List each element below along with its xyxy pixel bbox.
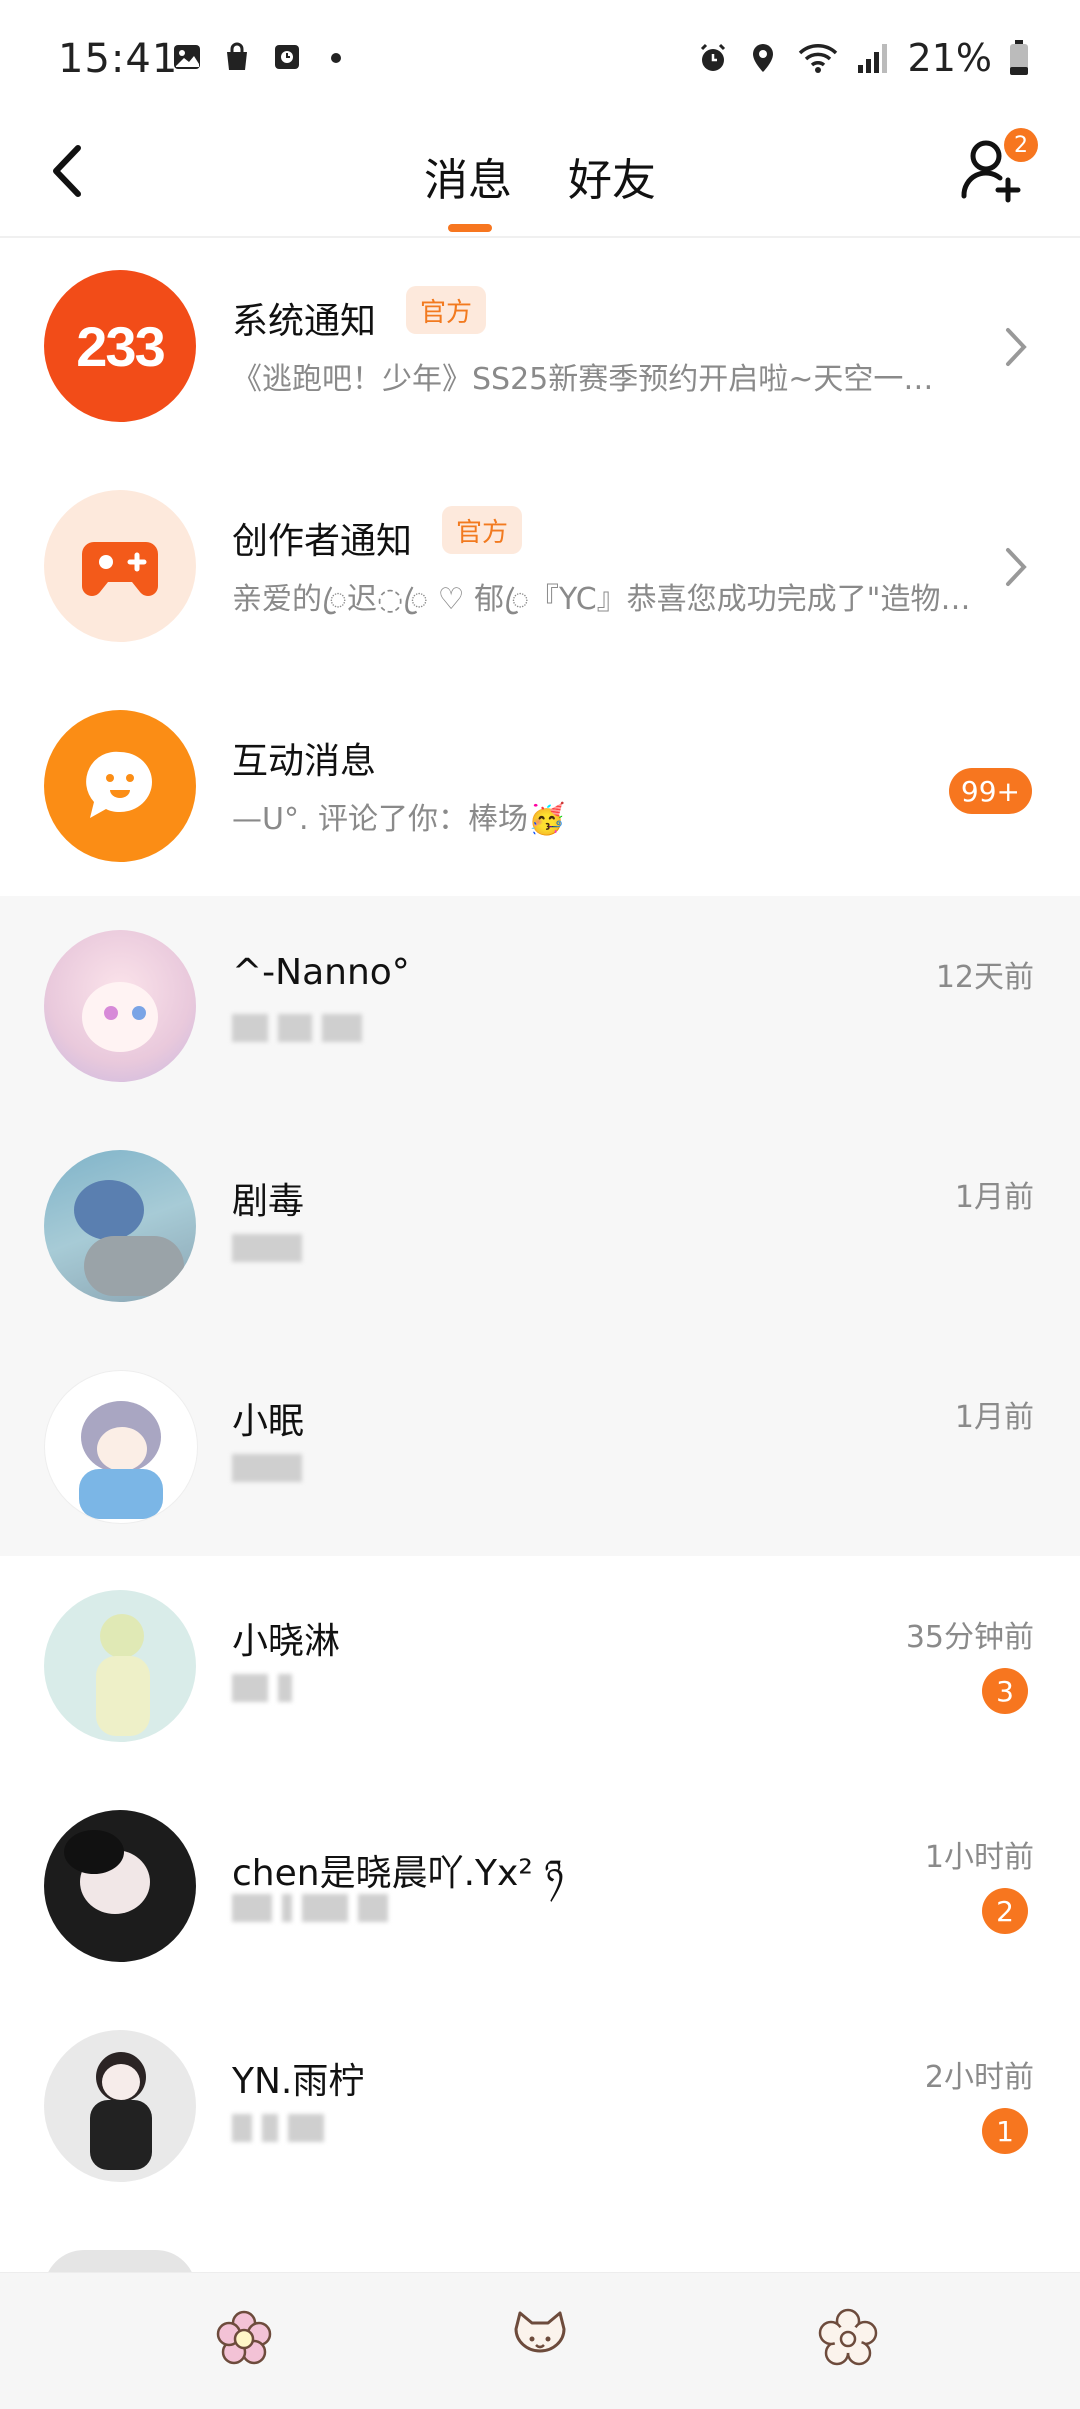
- row-title: 互动消息: [232, 741, 377, 782]
- interaction-row[interactable]: 互动消息 —ᑌ°. 评论了你：棒场🥳 99+: [0, 676, 1080, 896]
- settings-flower-icon[interactable]: [816, 2307, 880, 2371]
- chat-row[interactable]: 剧毒 1月前: [0, 1116, 1080, 1336]
- calendar-icon: [275, 45, 299, 69]
- row-preview: 《逃跑吧！少年》SS25新赛季预约开启啦~天空一…: [232, 362, 934, 397]
- avatar: [44, 1150, 196, 1302]
- avatar: [44, 1370, 198, 1524]
- chevron-right-icon: [1006, 548, 1027, 586]
- flower-icon[interactable]: [212, 2307, 276, 2371]
- status-bar: 15:41 21%: [0, 0, 1080, 120]
- gamepad-icon: [82, 542, 158, 596]
- battery-percent: 21%: [907, 36, 992, 80]
- chat-row[interactable]: chen是晓晨吖.Yx² ཉ 1小时前 2: [0, 1776, 1080, 1996]
- dot-icon: [331, 53, 341, 63]
- blurred-preview: [232, 2114, 334, 2148]
- chat-name: 剧毒: [232, 1181, 305, 1222]
- tab-friends[interactable]: 好友: [568, 144, 656, 208]
- avatar: [44, 1810, 196, 1962]
- chat-row[interactable]: ^-Nanno° 12天前: [0, 896, 1080, 1116]
- official-tag: 官方: [442, 506, 523, 554]
- system-notice-row[interactable]: 233 系统通知 官方 《逃跑吧！少年》SS25新赛季预约开启啦~天空一…: [0, 236, 1080, 456]
- chat-time: 1月前: [954, 1400, 1034, 1435]
- blurred-preview: [232, 1454, 312, 1488]
- blurred-preview: [232, 1674, 302, 1708]
- tab-messages[interactable]: 消息: [424, 144, 512, 208]
- unread-badge: 1: [982, 2108, 1028, 2154]
- creator-notice-row[interactable]: 创作者通知 官方 亲爱的ꦿ迟◌ꦿ ♡ 郁ꦿ『YC』恭喜您成功完成了"造物…: [0, 456, 1080, 676]
- signal-icon: [857, 44, 887, 73]
- unread-badge: 3: [982, 1668, 1028, 1714]
- avatar: [44, 1590, 196, 1742]
- back-arrow-icon[interactable]: [44, 140, 94, 202]
- blurred-preview: [232, 1234, 312, 1268]
- row-preview: —ᑌ°. 评论了你：棒场🥳: [232, 802, 566, 837]
- system-notice-avatar: 233: [44, 270, 196, 422]
- avatar: [44, 930, 196, 1082]
- chat-time: 1小时前: [924, 1840, 1034, 1875]
- creator-notice-avatar: [44, 490, 196, 642]
- chat-name: ^-Nanno°: [232, 952, 410, 993]
- gallery-icon: [174, 45, 200, 69]
- chat-time: 1月前: [954, 1180, 1034, 1215]
- battery-icon: [1010, 40, 1028, 75]
- chat-row[interactable]: YN.雨柠 2小时前 1: [0, 1996, 1080, 2216]
- blurred-preview: [232, 1014, 372, 1048]
- blurred-preview: [232, 1894, 398, 1928]
- chat-name: 小眠: [232, 1401, 305, 1442]
- official-tag: 官方: [406, 286, 487, 334]
- cat-face-icon[interactable]: [508, 2307, 572, 2371]
- chat-name: 小晓淋: [232, 1621, 341, 1662]
- chat-time: 2小时前: [924, 2060, 1034, 2095]
- chat-time: 35分钟前: [905, 1620, 1034, 1655]
- unread-badge: 99+: [948, 768, 1032, 814]
- active-tab-indicator: [448, 224, 492, 232]
- chat-bubble-face-icon: [86, 751, 152, 818]
- status-right: 21%: [696, 36, 1030, 80]
- chat-row[interactable]: 小眠 1月前: [0, 1336, 1080, 1556]
- chat-row[interactable]: 小晓淋 35分钟前 3: [0, 1556, 1080, 1776]
- row-title: 创作者通知: [232, 521, 413, 562]
- chevron-right-icon: [1006, 328, 1027, 366]
- avatar: [44, 2030, 196, 2182]
- avatar-233-logo: 233: [76, 314, 165, 378]
- status-time: 15:41: [58, 36, 179, 82]
- unread-badge: 2: [982, 1888, 1028, 1934]
- chat-time: 12天前: [935, 960, 1034, 995]
- interaction-avatar: [44, 710, 196, 862]
- row-title: 系统通知: [232, 301, 377, 342]
- friend-request-badge: 2: [1004, 128, 1038, 162]
- row-preview: 亲爱的ꦿ迟◌ꦿ ♡ 郁ꦿ『YC』恭喜您成功完成了"造物…: [232, 582, 971, 617]
- shopping-bag-icon: [227, 42, 247, 70]
- top-header: 消息 好友 2: [0, 120, 1080, 238]
- location-icon: [752, 44, 773, 72]
- chat-name: YN.雨柠: [232, 2061, 365, 2102]
- alarm-icon: [700, 43, 725, 71]
- wifi-icon: [798, 44, 837, 73]
- bottom-nav: [0, 2272, 1080, 2409]
